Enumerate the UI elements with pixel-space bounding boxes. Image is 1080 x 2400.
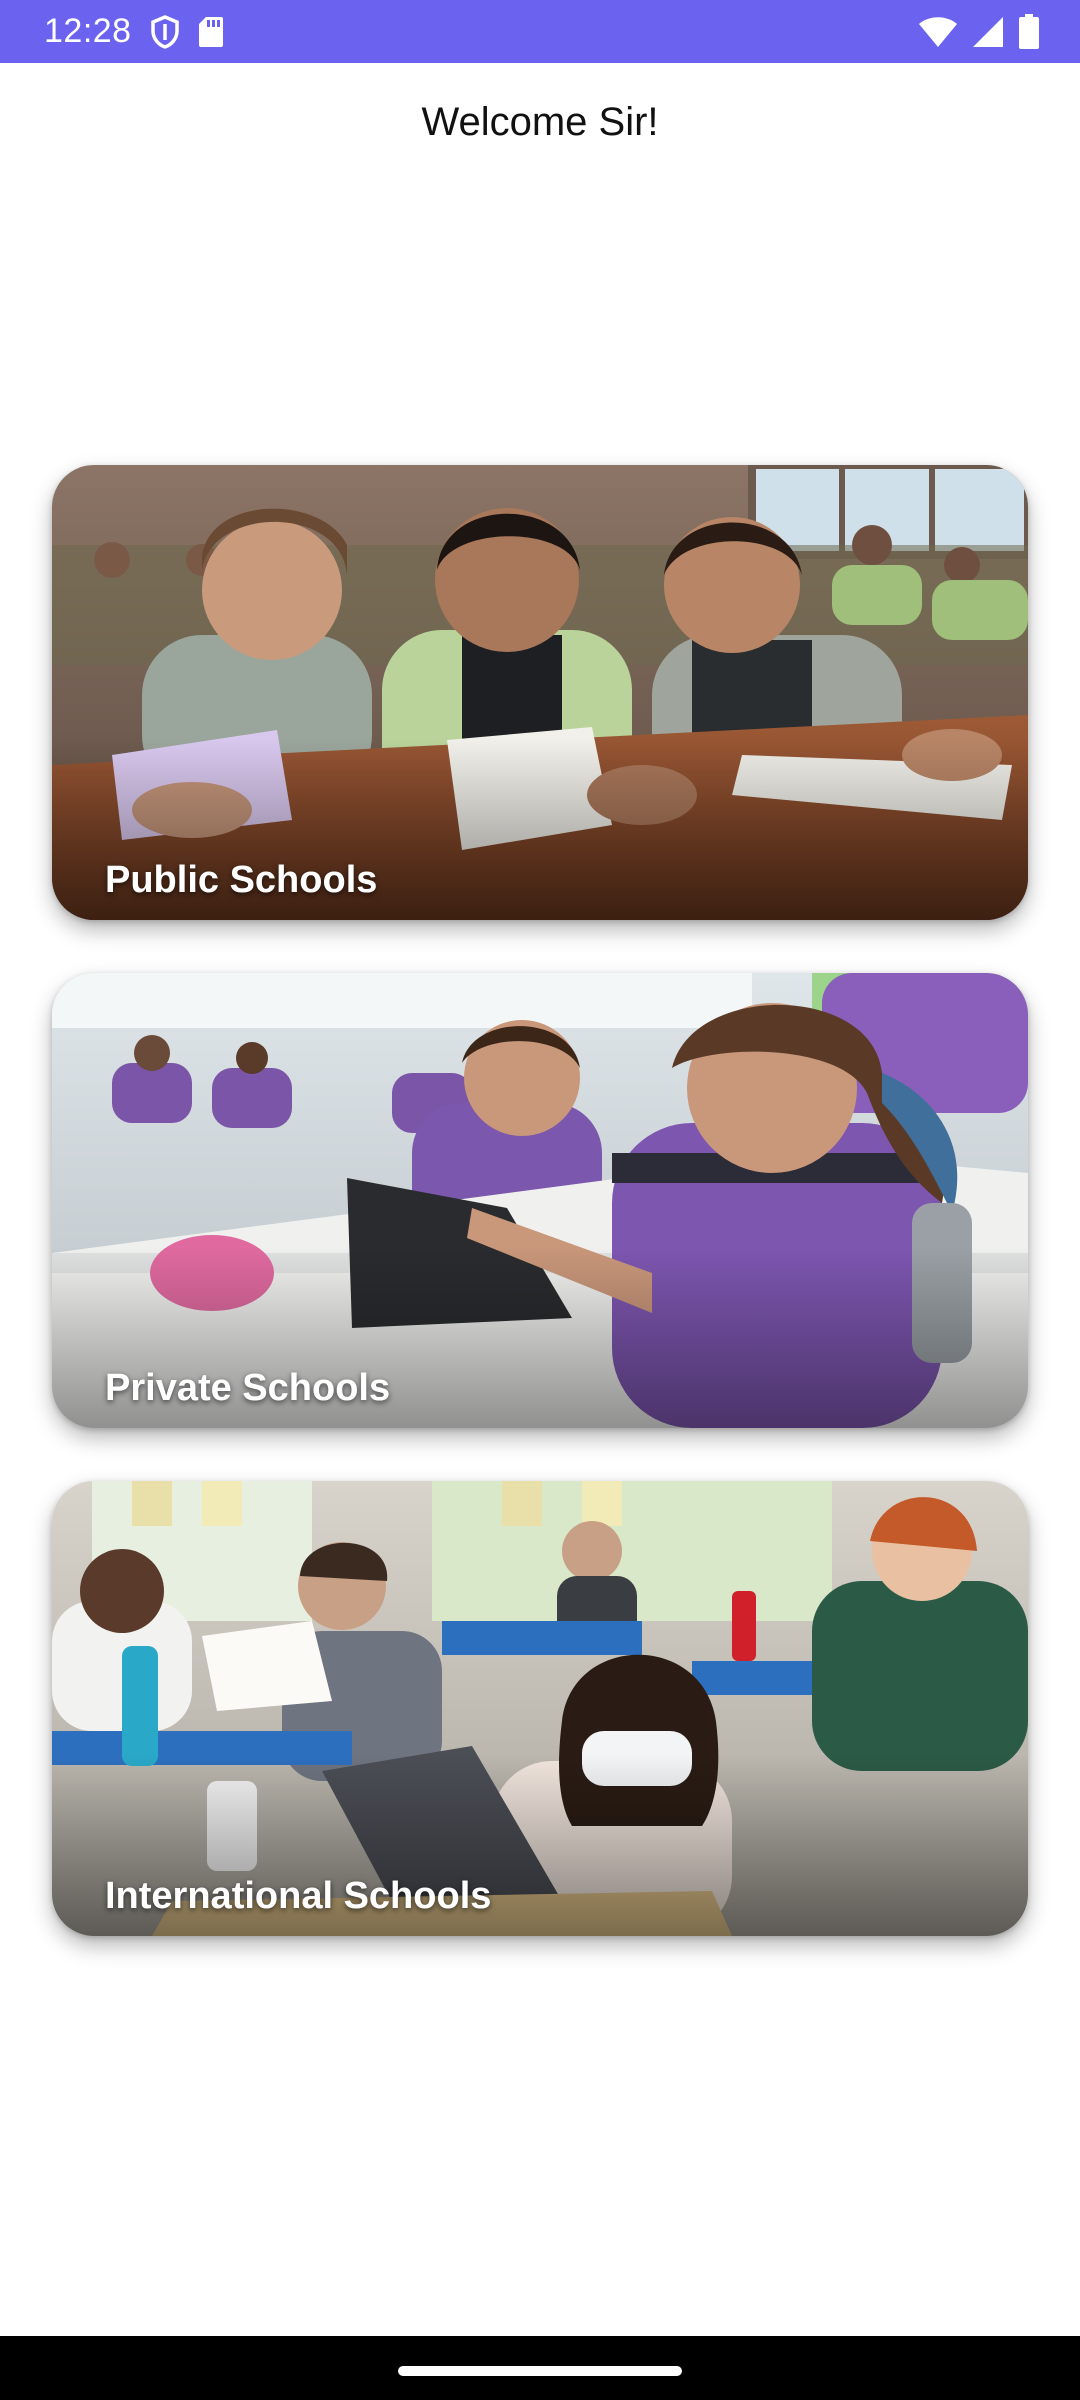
battery-icon [1018, 13, 1040, 50]
card-label-public: Public Schools [105, 859, 378, 901]
card-public-schools[interactable]: Public Schools [52, 465, 1028, 920]
signal-icon [972, 16, 1004, 48]
status-bar: 12:28 [0, 0, 1080, 63]
shield-icon [150, 14, 180, 49]
sd-card-icon [198, 16, 224, 48]
card-label-private: Private Schools [105, 1367, 391, 1409]
international-schools-image [52, 1481, 1028, 1936]
home-indicator[interactable] [398, 2366, 682, 2376]
wifi-icon [918, 16, 958, 48]
welcome-title: Welcome Sir! [421, 100, 659, 144]
navigation-bar [0, 2336, 1080, 2400]
private-schools-image [52, 973, 1028, 1428]
status-time: 12:28 [44, 12, 132, 50]
card-international-schools[interactable]: International Schools [52, 1481, 1028, 1936]
card-private-schools[interactable]: Private Schools [52, 973, 1028, 1428]
card-label-international: International Schools [105, 1875, 492, 1917]
public-schools-image [52, 465, 1028, 920]
